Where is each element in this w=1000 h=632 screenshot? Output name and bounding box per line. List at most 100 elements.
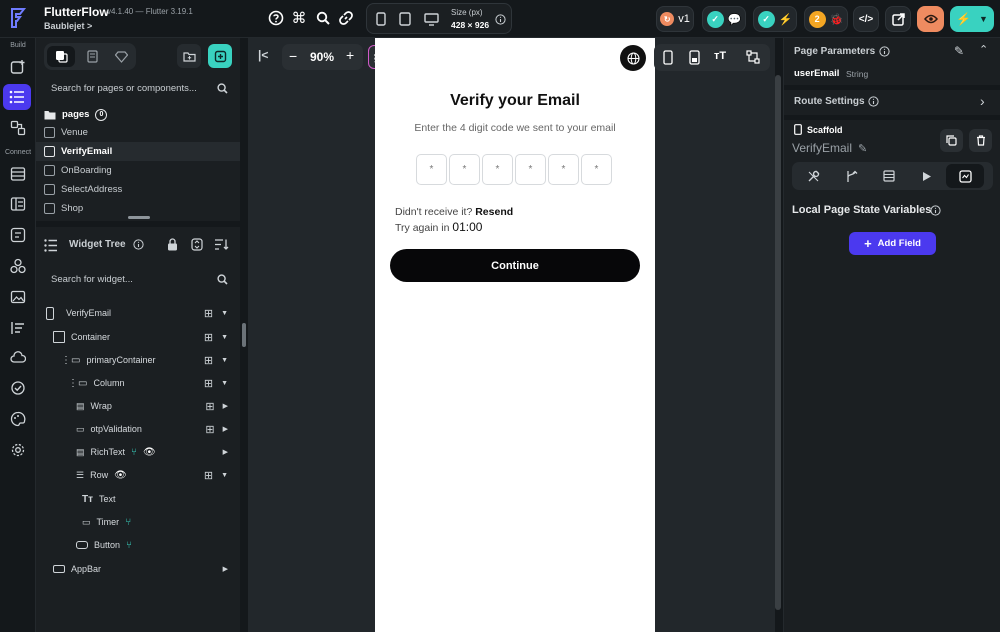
tree-node-verifyemail[interactable]: VerifyEmail ⊞ ▼ (46, 302, 236, 324)
tree-node-otpvalidation[interactable]: ▭ otpValidation ⊞ ▶ (76, 418, 236, 440)
testing-rail-icon[interactable] (6, 376, 30, 400)
tree-node-appbar[interactable]: AppBar ▶ (53, 558, 236, 580)
pages-folder[interactable]: pages 0 (36, 105, 240, 124)
info-icon[interactable] (489, 8, 511, 30)
chevron-right-icon[interactable]: ▶ (223, 448, 228, 456)
database-rail-icon[interactable] (6, 162, 30, 186)
media-assets-rail-icon[interactable] (6, 285, 30, 309)
info-icon[interactable] (133, 239, 144, 250)
add-child-icon[interactable]: ⊞ (204, 307, 213, 320)
collapse-panel-icon[interactable]: |< (258, 48, 268, 62)
add-child-icon[interactable]: ⊞ (204, 469, 213, 482)
otp-digit-box[interactable]: * (482, 154, 513, 185)
page-item-selectaddress[interactable]: SelectAddress (36, 180, 240, 199)
add-child-icon[interactable]: ⊞ (205, 400, 214, 413)
tree-node-button[interactable]: Button ⑂ (76, 534, 236, 556)
app-values-rail-icon[interactable] (6, 316, 30, 340)
action-flow-icon[interactable]: ⑂ (126, 540, 132, 551)
edit-icon[interactable]: ✎ (954, 44, 964, 58)
chevron-right-icon[interactable]: › (980, 93, 985, 109)
run-button[interactable]: ⚡ ▼ (950, 6, 994, 32)
zoom-in-icon[interactable]: + (346, 47, 354, 63)
flutterflow-logo-icon[interactable] (8, 7, 28, 29)
info-icon[interactable] (930, 205, 941, 216)
route-settings-title[interactable]: Route Settings (794, 96, 865, 107)
action-flow-icon[interactable]: ⑂ (131, 447, 137, 458)
edit-icon[interactable]: ✎ (858, 142, 867, 155)
chevron-down-icon[interactable]: ▼ (221, 334, 228, 341)
page-name[interactable]: VerifyEmail (792, 141, 852, 155)
search-icon[interactable] (312, 7, 334, 29)
language-button[interactable] (620, 45, 646, 71)
otp-digit-box[interactable]: * (515, 154, 546, 185)
performance-status-button[interactable]: ✓ ⚡ (753, 6, 797, 32)
chevron-up-icon[interactable]: ⌃ (979, 43, 988, 56)
command-icon[interactable]: ⌘ (288, 7, 310, 29)
lock-icon[interactable] (167, 238, 178, 251)
page-item-onboarding[interactable]: OnBoarding (36, 161, 240, 180)
eye-icon[interactable]: 👁 (143, 447, 156, 458)
info-icon[interactable] (879, 46, 890, 57)
chevron-down-icon[interactable]: ▼ (221, 380, 228, 387)
help-icon[interactable] (265, 7, 287, 29)
chevron-right-icon[interactable]: ▶ (223, 402, 228, 410)
chevron-down-icon[interactable]: ▼ (221, 310, 228, 317)
tree-node-container[interactable]: Container ⊞ ▼ (53, 326, 236, 348)
canvas-scrollbar[interactable] (775, 75, 781, 610)
add-widget-rail-icon[interactable] (6, 55, 30, 79)
add-child-icon[interactable]: ⊞ (204, 331, 213, 344)
duplicate-page-button[interactable] (940, 129, 963, 152)
tab-local-state[interactable] (946, 164, 984, 188)
page-item-venue[interactable]: Venue (36, 123, 240, 142)
version-button[interactable]: ↻ v1 (656, 6, 694, 32)
tree-node-text[interactable]: Tт Text (82, 488, 236, 510)
tree-node-wrap[interactable]: ▤ Wrap ⊞ ▶ (76, 395, 236, 417)
chevron-right-icon[interactable]: ▶ (223, 425, 228, 433)
tab-properties[interactable] (794, 164, 832, 188)
tablet-device-icon[interactable] (394, 8, 416, 30)
theme-rail-icon[interactable] (6, 407, 30, 431)
otp-code-input[interactable]: * * * * * * (416, 154, 615, 187)
page-item-verifyemail[interactable]: VerifyEmail (36, 142, 240, 161)
text-scale-icon[interactable]: тT (714, 50, 726, 62)
otp-digit-box[interactable]: * (449, 154, 480, 185)
eye-icon[interactable]: 👁 (114, 470, 127, 481)
tree-node-timer[interactable]: ▭ Timer ⑂ (82, 511, 236, 533)
code-view-button[interactable]: </> (853, 6, 879, 32)
action-flow-icon[interactable]: ⑂ (125, 517, 131, 528)
phone-device-icon[interactable] (370, 8, 392, 30)
delete-page-button[interactable] (969, 129, 992, 152)
responsive-icon[interactable] (689, 50, 700, 65)
chevron-down-icon[interactable]: ▼ (221, 472, 228, 479)
tree-node-row[interactable]: ☰ Row 👁 ⊞ ▼ (76, 464, 236, 486)
info-icon[interactable] (868, 96, 879, 107)
preview-button[interactable] (917, 6, 944, 32)
storyboard-rail-icon[interactable] (6, 116, 30, 140)
search-icon[interactable] (217, 83, 228, 94)
chevron-right-icon[interactable]: ▶ (223, 565, 228, 573)
expand-collapse-icon[interactable] (191, 238, 203, 251)
sort-icon[interactable] (214, 238, 229, 251)
zoom-level[interactable]: 90% (310, 50, 334, 64)
integrations-rail-icon[interactable] (6, 254, 30, 278)
new-folder-button[interactable] (177, 44, 201, 68)
schema-rail-icon[interactable] (6, 192, 30, 216)
add-page-button[interactable] (208, 44, 232, 68)
tab-libraries[interactable] (107, 46, 135, 67)
tab-animations[interactable] (908, 164, 946, 188)
tree-node-column[interactable]: ⋮▭ Column ⊞ ▼ (68, 372, 236, 394)
otp-digit-box[interactable]: * (548, 154, 579, 185)
tree-node-primarycontainer[interactable]: ⋮▭ primaryContainer ⊞ ▼ (61, 349, 236, 371)
search-icon[interactable] (217, 274, 228, 285)
tab-backend-query[interactable] (870, 164, 908, 188)
tree-node-richtext[interactable]: ▤ RichText ⑂ 👁 ▶ (76, 441, 236, 463)
otp-digit-box[interactable]: * (581, 154, 612, 185)
desktop-device-icon[interactable] (420, 8, 442, 30)
panel-resize-handle[interactable] (128, 216, 150, 219)
page-search-input[interactable]: Search for pages or components... (51, 83, 211, 94)
left-panel-resize-handle[interactable] (242, 323, 246, 347)
tab-components[interactable] (78, 46, 106, 67)
issues-button[interactable]: 2 🐞 (804, 6, 848, 32)
phone-frame-icon[interactable] (663, 50, 673, 65)
link-icon[interactable] (335, 7, 357, 29)
